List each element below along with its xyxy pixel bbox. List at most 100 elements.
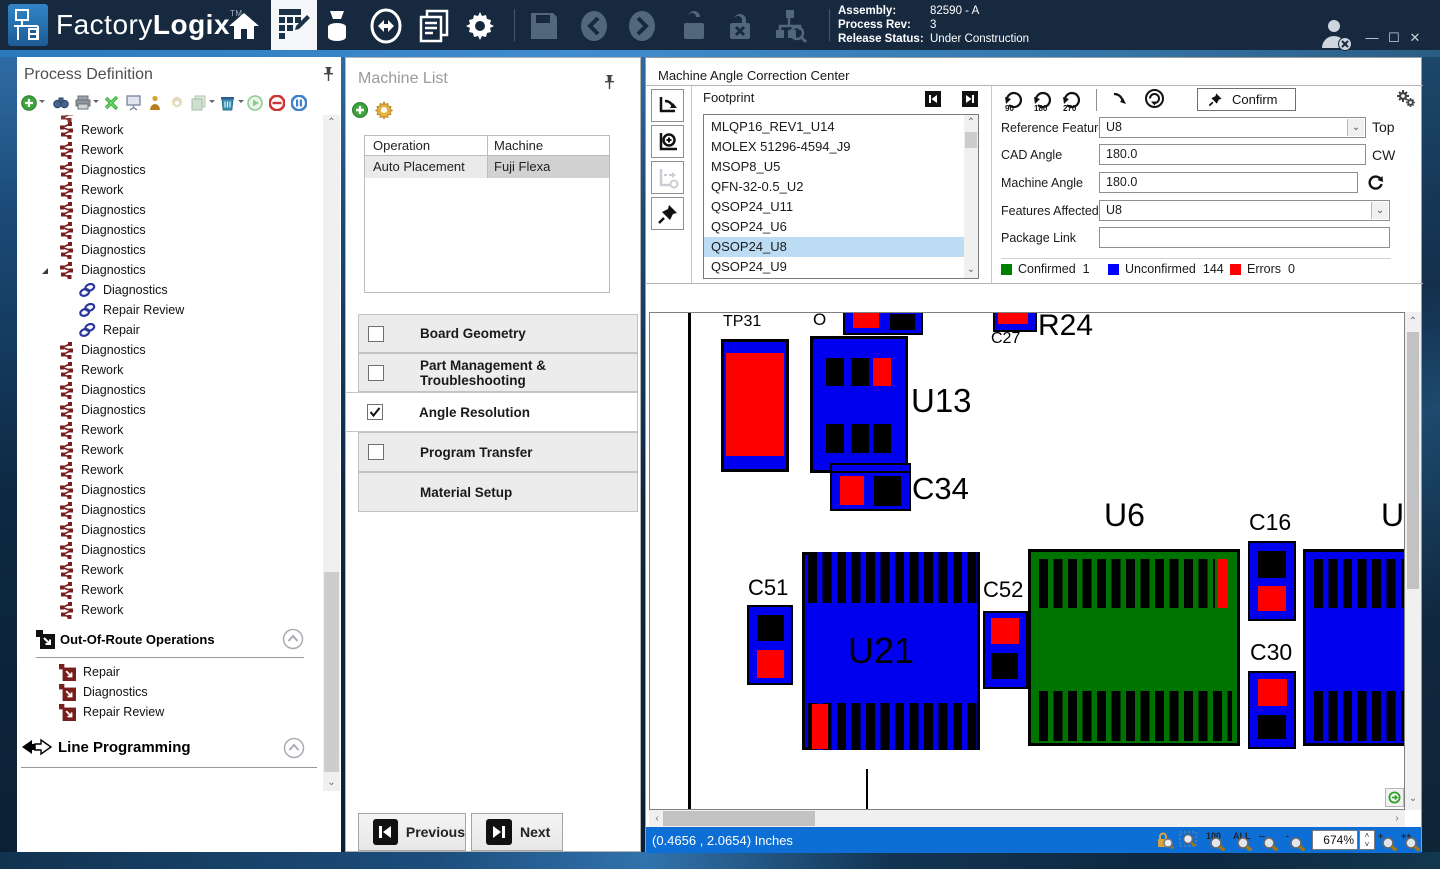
step-checkbox[interactable]: [368, 326, 384, 342]
previous-button[interactable]: Previous: [358, 813, 466, 851]
maximize-button[interactable]: ☐: [1386, 30, 1402, 46]
stop-icon[interactable]: [269, 95, 285, 111]
step-checkbox[interactable]: [368, 365, 384, 381]
tree-item-diagnostics[interactable]: Diagnostics: [58, 260, 146, 280]
flow-search-icon[interactable]: [772, 8, 808, 44]
last-footprint-button[interactable]: [962, 91, 978, 107]
machine-settings-icon[interactable]: [375, 101, 393, 124]
tree-item-rework[interactable]: Rework: [58, 180, 123, 200]
move-feature-button-disabled[interactable]: [651, 161, 684, 194]
add-machine-icon[interactable]: [352, 102, 368, 123]
rotate-90-icon[interactable]: 90: [1001, 88, 1025, 117]
pcb-scroll-right[interactable]: ›: [1391, 810, 1403, 827]
pcb-fit-button[interactable]: [1385, 788, 1404, 807]
close-button[interactable]: ✕: [1407, 30, 1423, 46]
rotate-180-icon[interactable]: 180: [1030, 88, 1054, 117]
fp-scroll-down[interactable]: ⌄: [964, 262, 978, 278]
tree-item-rework[interactable]: Rework: [58, 580, 123, 600]
zoom-in2-icon[interactable]: ++: [1401, 831, 1423, 854]
refresh-angle-icon[interactable]: [1367, 174, 1384, 196]
scroll-down-arrow[interactable]: ⌄: [323, 775, 340, 791]
back-icon[interactable]: [576, 8, 612, 44]
package-link-input[interactable]: [1099, 227, 1390, 248]
step-board-geometry[interactable]: Board Geometry: [358, 314, 638, 353]
footprint-item-qfn-32-0.5_u2[interactable]: QFN-32-0.5_U2: [704, 177, 964, 197]
oor-item-repair[interactable]: Repair: [59, 662, 120, 682]
next-button[interactable]: Next: [471, 813, 563, 851]
reference-feature-select[interactable]: U8⌄: [1099, 117, 1366, 138]
pcb-hscrollbar-thumb[interactable]: [663, 811, 815, 826]
zoom-window-icon[interactable]: [1179, 831, 1199, 852]
rotate-270-icon[interactable]: 270: [1059, 88, 1083, 117]
step-part-management-troubleshooting[interactable]: Part Management & Troubleshooting: [358, 353, 638, 392]
copy-disabled-icon[interactable]: [191, 95, 207, 111]
documents-icon[interactable]: [416, 8, 452, 44]
tree-item-diagnostics[interactable]: Diagnostics: [58, 240, 146, 260]
footprint-item-msop8_u5[interactable]: MSOP8_U5: [704, 157, 964, 177]
chevron-down-icon[interactable]: ⌄: [1347, 119, 1364, 136]
pcb-vscrollbar[interactable]: ⌃ ⌄: [1405, 312, 1421, 810]
footprint-item-molex 51296-4594_j9[interactable]: MOLEX 51296-4594_J9: [704, 137, 964, 157]
rotate-zoom-button[interactable]: [651, 125, 684, 158]
find-icon[interactable]: [53, 95, 69, 111]
collapse-line-programming-icon[interactable]: [283, 737, 305, 759]
footprint-item-mlqp16_rev1_u14[interactable]: MLQP16_REV1_U14: [704, 117, 964, 137]
oor-item-repair-review[interactable]: Repair Review: [59, 702, 164, 722]
footprint-item-qsop24_u9[interactable]: QSOP24_U9: [704, 257, 964, 277]
pin-icon[interactable]: [323, 67, 334, 87]
tree-item-rework[interactable]: Rework: [58, 360, 123, 380]
zoom-spinner[interactable]: ˄˅: [1359, 830, 1375, 850]
step-program-transfer[interactable]: Program Transfer: [358, 432, 638, 472]
pcb-viewport[interactable]: OTP31U13C34C27R24U6C16C30C51U21C52U: [649, 312, 1405, 810]
line-programming-header[interactable]: Line Programming: [22, 735, 191, 759]
pause-icon[interactable]: [291, 95, 307, 111]
footprint-item-qsop24_u8[interactable]: QSOP24_U8: [704, 237, 964, 257]
presentation-icon[interactable]: [126, 95, 142, 111]
tree-item-diagnostics[interactable]: Diagnostics: [58, 480, 146, 500]
validate-icon[interactable]: [104, 95, 120, 111]
pcb-scroll-up[interactable]: ⌃: [1405, 314, 1421, 330]
expander-icon[interactable]: [40, 265, 50, 279]
tree-item-diagnostics[interactable]: Diagnostics: [58, 380, 146, 400]
pcb-hscrollbar[interactable]: ‹ ›: [649, 810, 1405, 827]
chevron-down-icon-2[interactable]: ⌄: [1371, 202, 1388, 219]
pcb-vscrollbar-thumb[interactable]: [1407, 332, 1419, 589]
sync-icon[interactable]: [368, 8, 404, 44]
settings-icon[interactable]: [462, 8, 498, 44]
delete-icon-caret[interactable]: [238, 100, 244, 106]
materials-icon[interactable]: [320, 8, 356, 44]
home-icon[interactable]: [226, 8, 262, 44]
process-editor-tab-selected[interactable]: [271, 0, 317, 50]
tree-item-diagnostics[interactable]: Diagnostics: [58, 340, 146, 360]
footprint-scrollbar[interactable]: ⌃ ⌄: [964, 115, 978, 278]
footprint-item-qsop24_u11[interactable]: QSOP24_U11: [704, 197, 964, 217]
tree-scrollbar[interactable]: ⌃ ⌄: [323, 115, 340, 791]
tree-item-diagnostics[interactable]: Diagnostics: [78, 280, 168, 300]
bell-icon[interactable]: [148, 95, 164, 111]
first-footprint-button[interactable]: [925, 91, 941, 107]
collapse-oor-icon[interactable]: [282, 628, 304, 650]
tree-item-rework[interactable]: Rework: [58, 440, 123, 460]
lock-x-icon[interactable]: [722, 8, 758, 44]
tree-item-rework[interactable]: Rework: [58, 420, 123, 440]
print-icon-caret[interactable]: [93, 100, 99, 106]
oor-header[interactable]: Out-Of-Route Operations: [36, 628, 215, 650]
confirm-button[interactable]: Confirm: [1197, 88, 1296, 111]
zoom-out2-icon[interactable]: --: [1259, 831, 1281, 854]
tree-item-diagnostics[interactable]: Diagnostics: [58, 220, 146, 240]
tree-item-diagnostics[interactable]: Diagnostics: [58, 520, 146, 540]
tree-item-rework[interactable]: Rework: [58, 140, 123, 160]
footprint-item-qsop24_u6[interactable]: QSOP24_U6: [704, 217, 964, 237]
tree-item-diagnostics[interactable]: Diagnostics: [58, 540, 146, 560]
forward-icon[interactable]: [624, 8, 660, 44]
tree-item-diagnostics[interactable]: Diagnostics: [58, 160, 146, 180]
tree-item-diagnostics[interactable]: Diagnostics: [58, 200, 146, 220]
add-operation-icon-caret[interactable]: [39, 100, 45, 106]
col-operation[interactable]: Operation: [365, 136, 488, 155]
zoom-input[interactable]: 674%: [1312, 830, 1358, 850]
user-icon[interactable]: [1318, 18, 1354, 57]
tree-item-rework[interactable]: Rework: [58, 120, 123, 140]
minimize-button[interactable]: —: [1364, 30, 1380, 45]
tree-item-repair-review[interactable]: Repair Review: [78, 300, 184, 320]
scroll-up-arrow[interactable]: ⌃: [323, 115, 340, 131]
